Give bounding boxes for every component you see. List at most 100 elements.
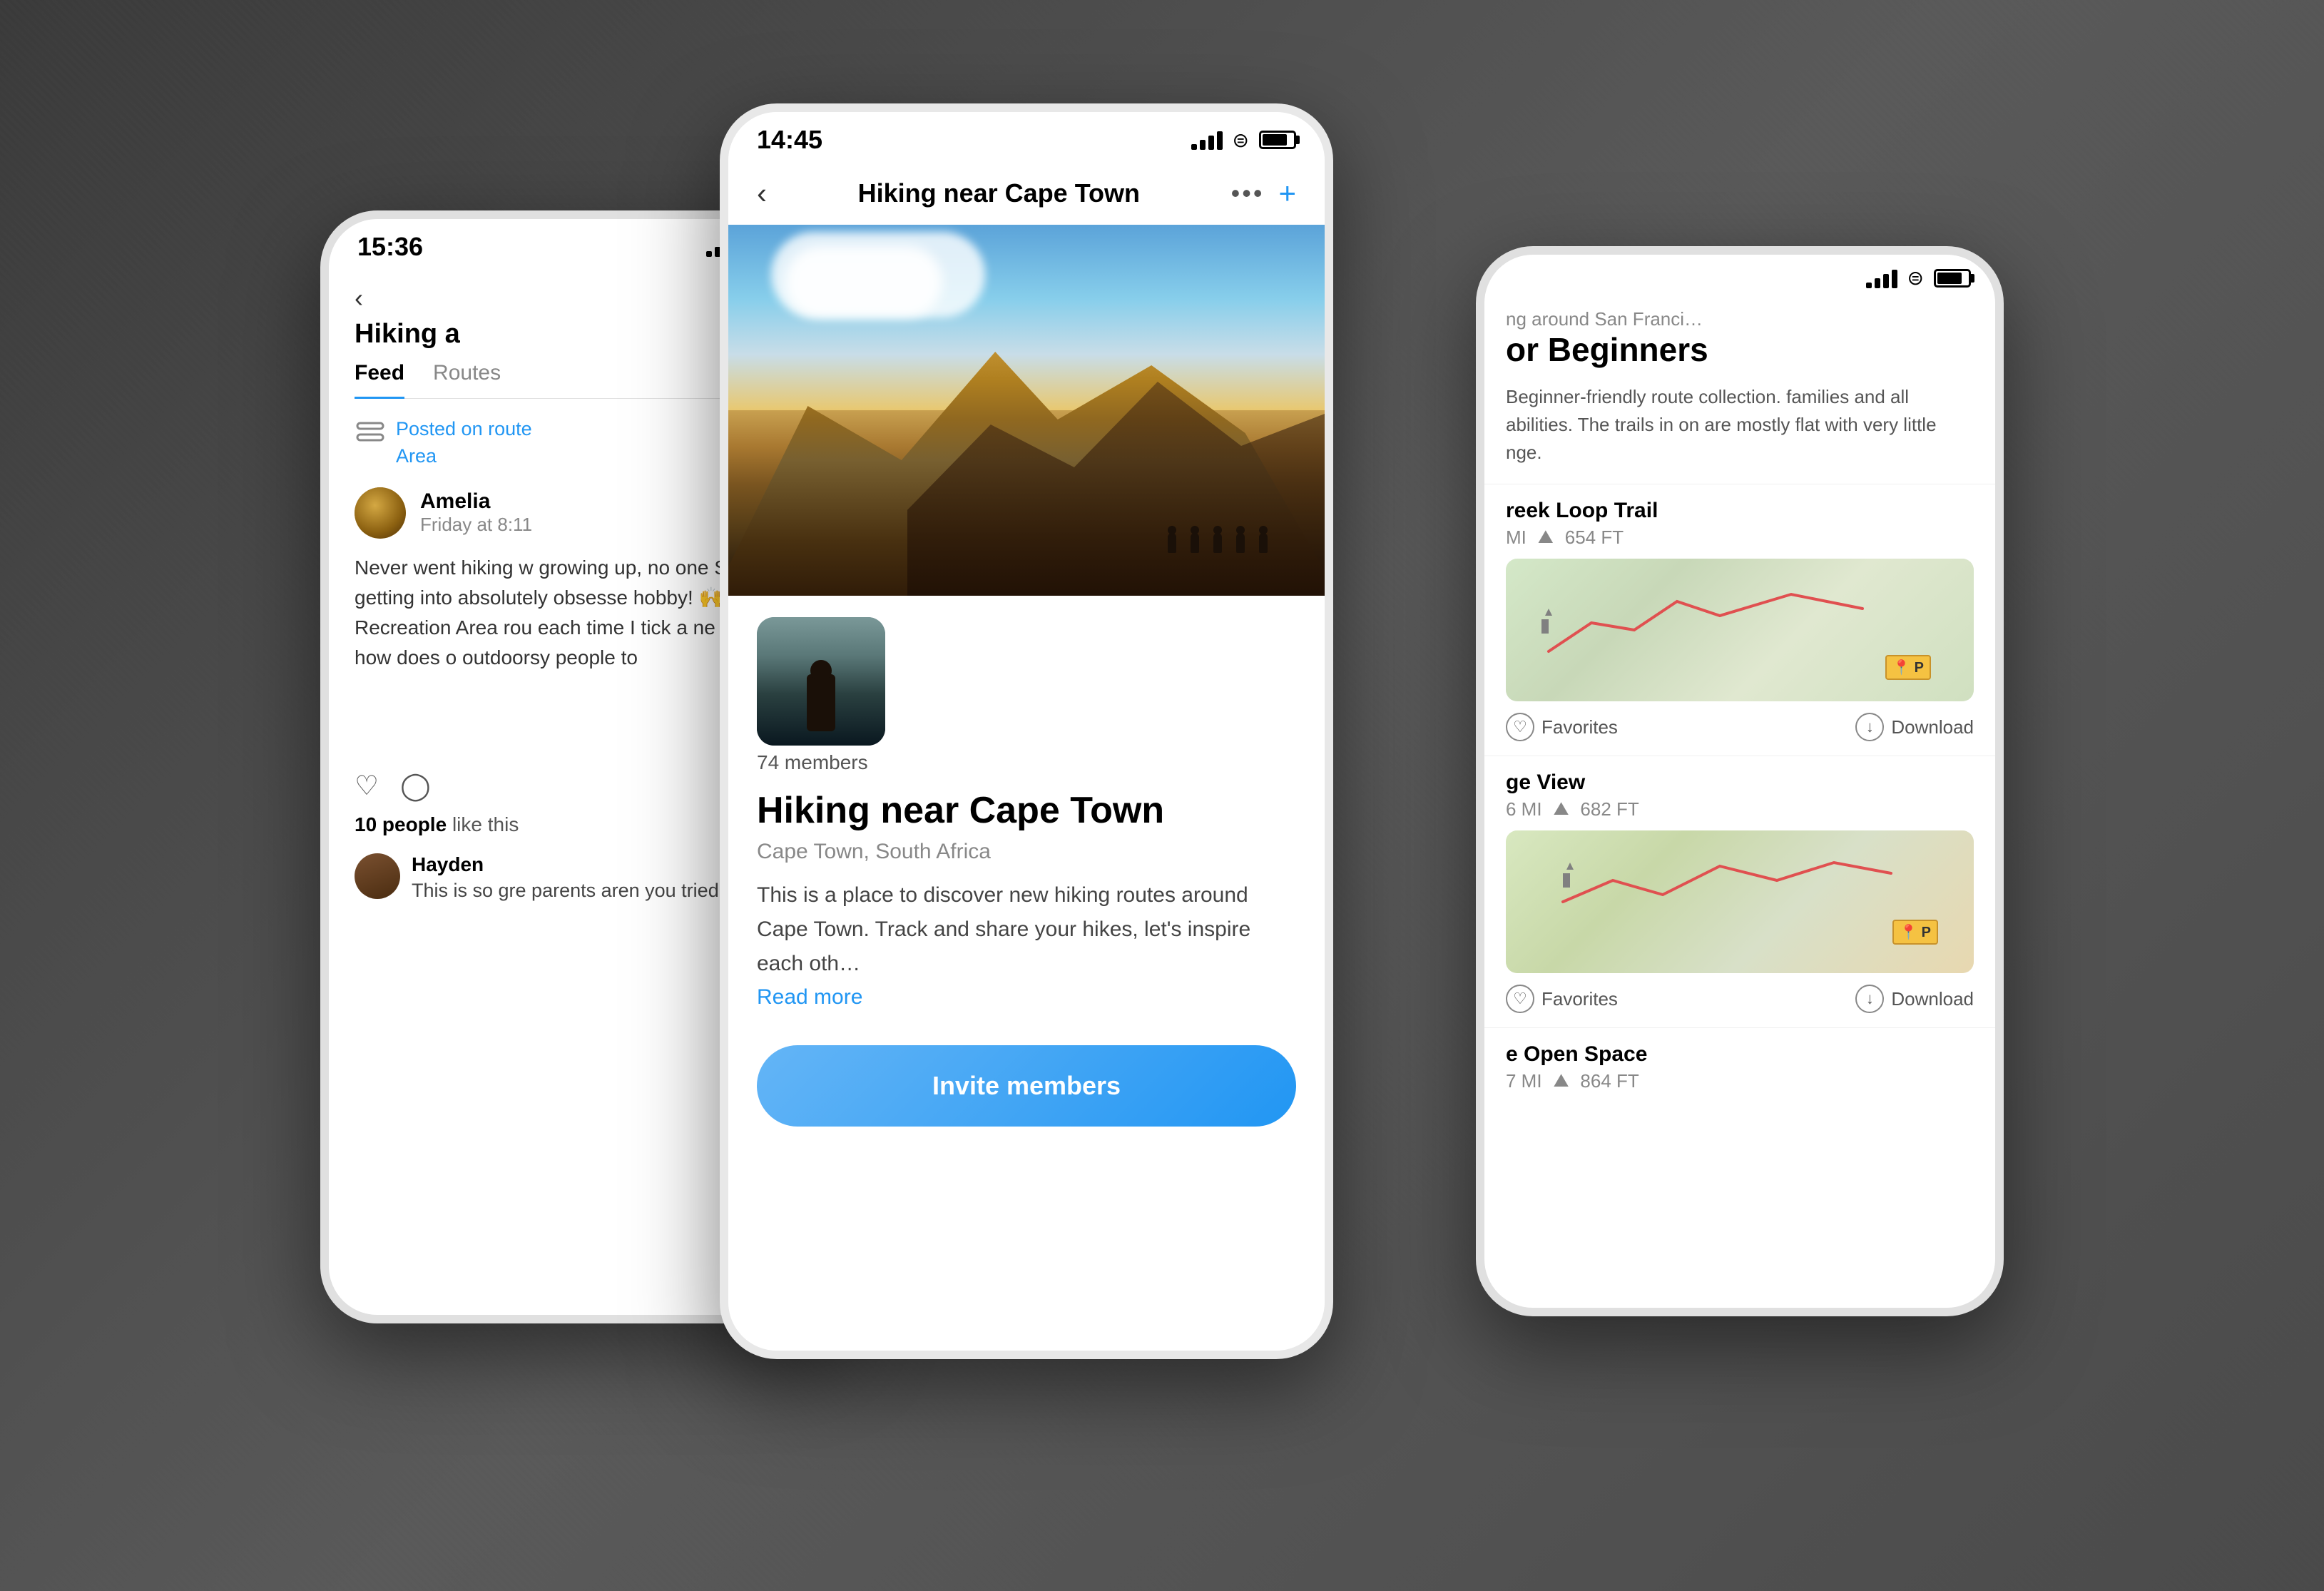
hiker-5 (1259, 533, 1268, 553)
right-battery-icon (1934, 269, 1971, 288)
right-phone: ⊜ ng around San Franci… or Beginners Beg… (1476, 246, 2004, 1316)
favorites-icon-1: ♡ (1506, 713, 1534, 741)
elevation-icon-2: ⛰ (1554, 798, 1569, 820)
route-1-elevation: 654 FT (1565, 527, 1624, 549)
right-section-title: or Beginners (1506, 330, 1974, 369)
comment-body: Hayden This is so gre parents aren you t… (412, 853, 755, 905)
route-1-stats: MI ⛰ 654 FT (1506, 526, 1974, 549)
read-more-button[interactable]: Read more (757, 985, 862, 1009)
more-options-button[interactable]: ••• (1231, 178, 1265, 208)
elevation-icon-1: ⛰ (1538, 526, 1554, 549)
avatar-amelia (355, 487, 406, 539)
group-title: Hiking near Cape Town (757, 788, 1296, 833)
group-location: Cape Town, South Africa (757, 840, 1296, 864)
center-status-bar: 14:45 ⊜ (728, 112, 1325, 162)
members-count: 74 members (757, 751, 885, 774)
center-header-title: Hiking near Cape Town (858, 178, 1140, 208)
route-1-map: 📍 P (1506, 559, 1974, 701)
favorites-button-2[interactable]: ♡ Favorites (1506, 985, 1618, 1013)
route-1-distance: MI (1506, 527, 1527, 549)
center-back-button[interactable]: ‹ (757, 176, 767, 210)
route-1-actions: ♡ Favorites ↓ Download (1506, 713, 1974, 741)
route-3-name: e Open Space (1506, 1042, 1974, 1067)
hiker-4 (1236, 533, 1245, 553)
group-profile-section: 74 members (728, 596, 1325, 788)
center-status-icons: ⊜ (1191, 128, 1296, 152)
group-description: This is a place to discover new hiking r… (757, 878, 1296, 981)
map-bg-2: 📍 P (1506, 830, 1974, 973)
center-wifi-icon: ⊜ (1233, 128, 1249, 152)
map-path-svg-2 (1506, 830, 1974, 973)
route-item-3: e Open Space 7 MI ⛰ 864 FT (1484, 1027, 1995, 1117)
map-marker-2: 📍 P (1892, 920, 1938, 945)
tab-feed[interactable]: Feed (355, 361, 404, 399)
comment-button[interactable]: ◯ (400, 770, 431, 802)
route-2-name: ge View (1506, 771, 1974, 795)
center-status-time: 14:45 (757, 125, 822, 155)
route-3-distance: 7 MI (1506, 1070, 1542, 1092)
add-button[interactable]: + (1278, 176, 1296, 210)
route-item-2: ge View 6 MI ⛰ 682 FT 📍 P (1484, 756, 1995, 1027)
hikers-group (1168, 533, 1268, 553)
favorites-label-1: Favorites (1541, 716, 1618, 738)
map-marker-1: 📍 P (1885, 655, 1931, 680)
left-status-time: 15:36 (357, 232, 423, 262)
right-header: ng around San Franci… or Beginners (1484, 297, 1995, 383)
right-status-bar: ⊜ (1484, 255, 1995, 297)
map-bg-1: 📍 P (1506, 559, 1974, 701)
comment-user-name: Hayden (412, 853, 755, 876)
group-thumbnail-container: 74 members (757, 617, 885, 774)
download-label-2: Download (1891, 988, 1974, 1010)
group-info: Hiking near Cape Town Cape Town, South A… (728, 788, 1325, 1031)
map-path-svg-1 (1506, 559, 1974, 701)
route-tag-icon (355, 419, 386, 447)
hiker-1 (1168, 533, 1176, 553)
center-phone: 14:45 ⊜ ‹ Hiking near Cap (720, 103, 1333, 1359)
route-area-label[interactable]: Area (396, 443, 532, 470)
right-wifi-icon: ⊜ (1907, 266, 1924, 290)
download-button-1[interactable]: ↓ Download (1855, 713, 1974, 741)
header-actions: ••• + (1231, 176, 1296, 210)
download-label-1: Download (1891, 716, 1974, 738)
group-thumbnail (757, 617, 885, 746)
route-3-elevation: 864 FT (1580, 1070, 1638, 1092)
center-battery-icon (1259, 131, 1296, 149)
download-button-2[interactable]: ↓ Download (1855, 985, 1974, 1013)
comment-text: This is so gre parents aren you tried su… (412, 876, 755, 905)
tab-routes[interactable]: Routes (433, 361, 501, 398)
avatar-hayden (355, 853, 400, 899)
posted-on-route-label: Posted on route (396, 416, 532, 443)
user-info: Amelia Friday at 8:11 (420, 489, 532, 536)
hiker-2 (1191, 533, 1199, 553)
route-2-map: 📍 P (1506, 830, 1974, 973)
right-status-icons: ⊜ (1866, 266, 1971, 290)
route-2-stats: 6 MI ⛰ 682 FT (1506, 798, 1974, 820)
route-2-distance: 6 MI (1506, 798, 1542, 820)
download-icon-1: ↓ (1855, 713, 1884, 741)
thumb-hiker-figure (807, 674, 835, 731)
route-3-stats: 7 MI ⛰ 864 FT (1506, 1069, 1974, 1092)
center-nav-header: ‹ Hiking near Cape Town ••• + (728, 162, 1325, 225)
like-button[interactable]: ♡ (355, 770, 379, 802)
right-breadcrumb: ng around San Franci… (1506, 308, 1974, 330)
elevation-icon-3: ⛰ (1554, 1069, 1569, 1092)
post-user-time: Friday at 8:11 (420, 514, 532, 536)
download-icon-2: ↓ (1855, 985, 1884, 1013)
favorites-label-2: Favorites (1541, 988, 1618, 1010)
route-2-elevation: 682 FT (1580, 798, 1638, 820)
favorites-icon-2: ♡ (1506, 985, 1534, 1013)
route-1-name: reek Loop Trail (1506, 499, 1974, 523)
mountain-main (728, 325, 1325, 596)
route-2-actions: ♡ Favorites ↓ Download (1506, 985, 1974, 1013)
post-user-name: Amelia (420, 489, 532, 514)
right-description: Beginner-friendly route collection. fami… (1484, 383, 1995, 467)
cloud-small (785, 246, 942, 317)
hero-image (728, 225, 1325, 596)
invite-members-button[interactable]: Invite members (757, 1045, 1296, 1127)
route-tag-text: Posted on route Area (396, 416, 532, 470)
mountain-scene (728, 225, 1325, 596)
favorites-button-1[interactable]: ♡ Favorites (1506, 713, 1618, 741)
center-signal-icon (1191, 130, 1223, 150)
route-item-1: reek Loop Trail MI ⛰ 654 FT 📍 P (1484, 484, 1995, 756)
hiker-3 (1213, 533, 1222, 553)
